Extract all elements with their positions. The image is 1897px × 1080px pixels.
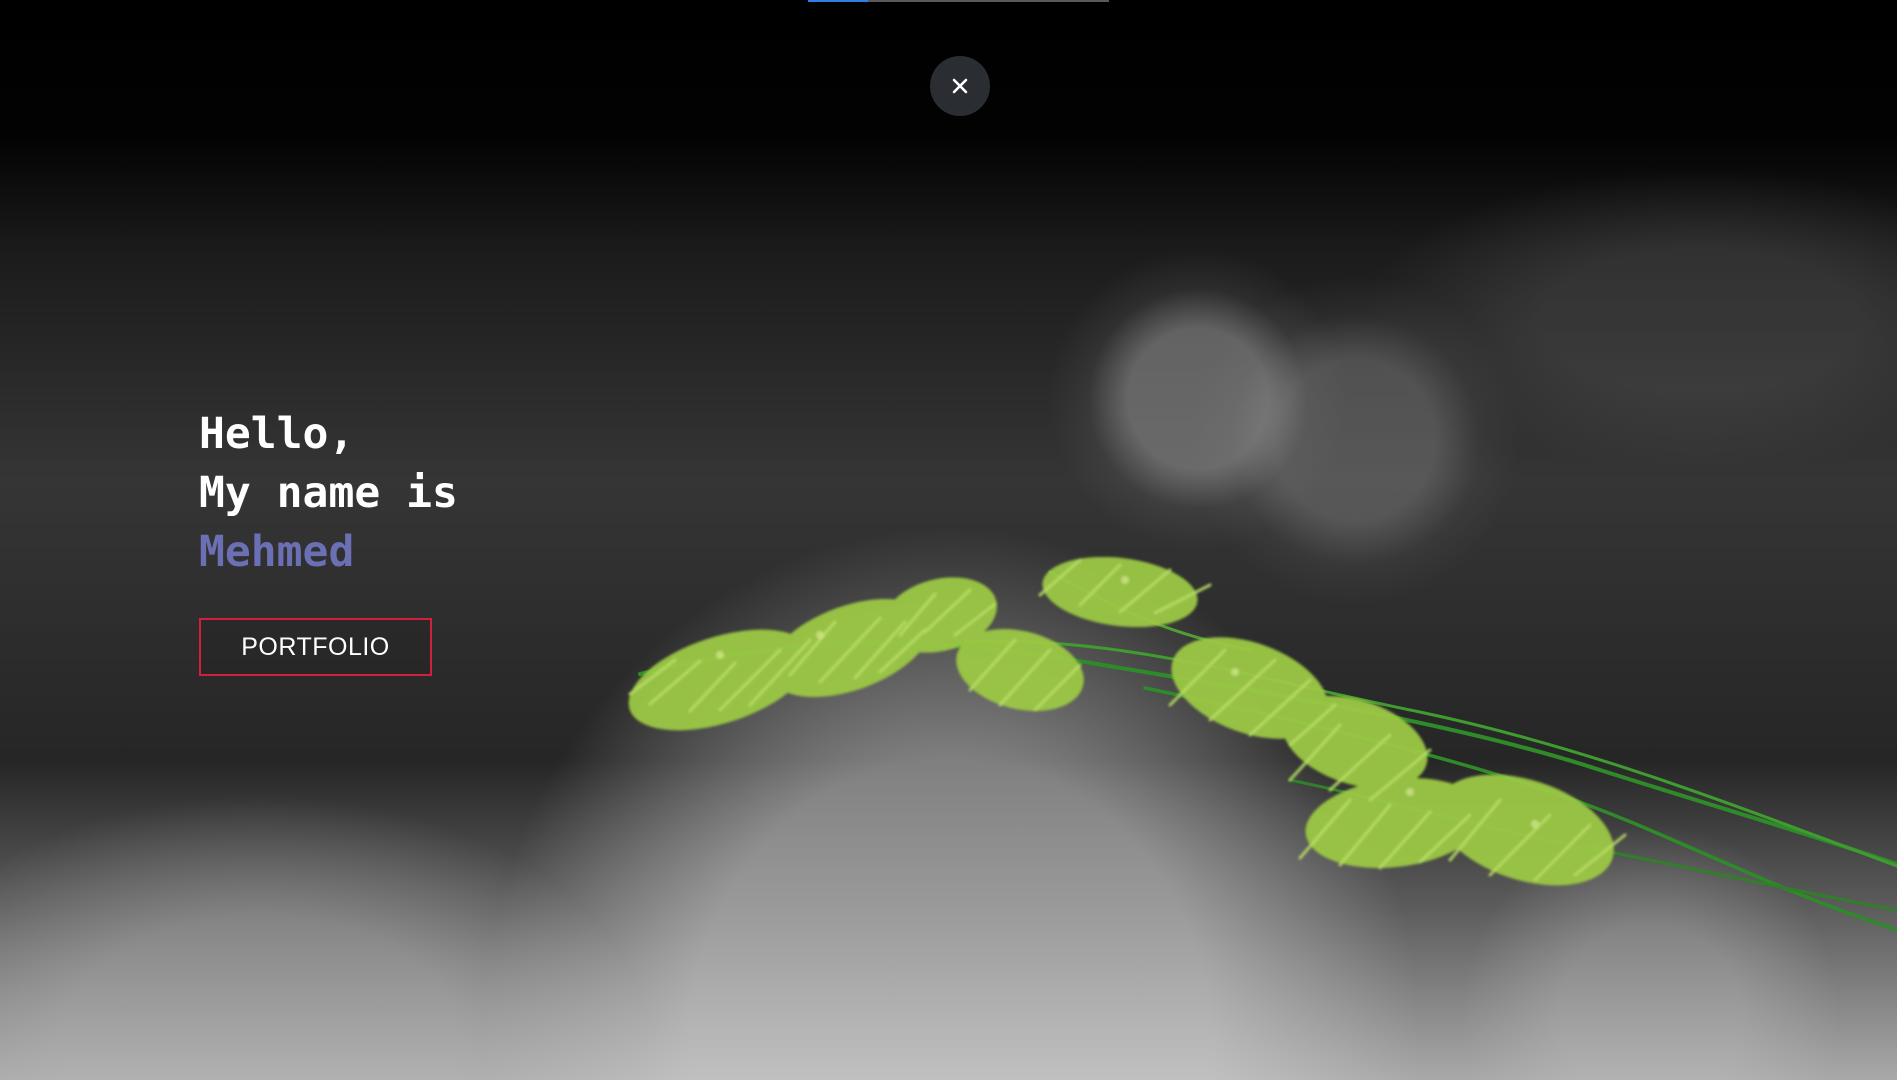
hero-name: Mehmed bbox=[199, 527, 355, 577]
hero-copy: Hello, My name is Mehmed bbox=[199, 405, 659, 582]
hero-intro: My name is bbox=[199, 468, 458, 518]
grass-seed-clusters bbox=[628, 556, 1627, 886]
portfolio-hero-page: Hello, My name is Mehmed PORTFOLIO bbox=[0, 0, 1897, 1080]
hero-greeting: Hello, bbox=[199, 409, 355, 459]
portfolio-button[interactable]: PORTFOLIO bbox=[199, 618, 432, 676]
